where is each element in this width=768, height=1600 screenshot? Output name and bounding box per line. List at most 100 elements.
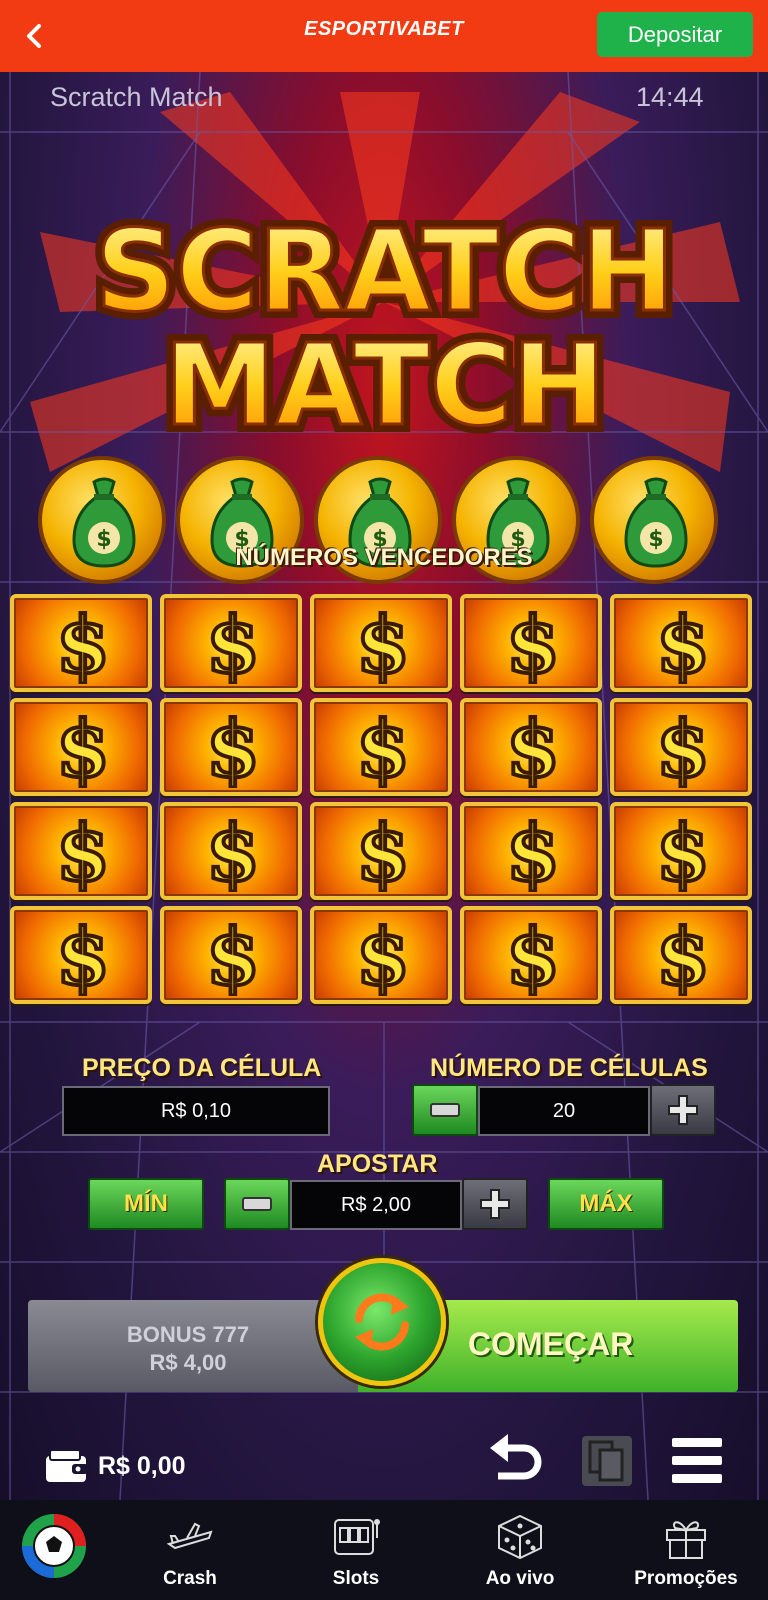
dollar-sign-icon: $: [54, 916, 112, 996]
scratch-cell[interactable]: $: [460, 906, 602, 1004]
plus-icon: [668, 1095, 698, 1125]
bonus-panel: BONUS 777 R$ 4,00: [28, 1300, 358, 1392]
dollar-sign-icon: $: [204, 812, 262, 892]
autoplay-button[interactable]: [318, 1258, 446, 1386]
cell-price-label: PREÇO DA CÉLULA: [82, 1054, 322, 1082]
winning-numbers-label: NÚMEROS VENCEDORES: [235, 544, 533, 571]
max-bet-button[interactable]: MÁX: [548, 1178, 664, 1230]
logo-line1: SCRATCH: [95, 207, 674, 337]
bet-increase-button[interactable]: [462, 1178, 528, 1230]
svg-text:$: $: [206, 708, 260, 788]
scratch-cell[interactable]: $: [460, 698, 602, 796]
bet-label: APOSTAR: [317, 1150, 438, 1178]
dollar-sign-icon: $: [504, 916, 562, 996]
cell-count-label: NÚMERO DE CÉLULAS: [430, 1054, 708, 1082]
refresh-icon: [355, 1293, 409, 1351]
chevron-left-icon: [27, 24, 41, 48]
svg-text:$: $: [56, 708, 110, 788]
scratch-cell[interactable]: $: [10, 802, 152, 900]
svg-text:$: $: [356, 604, 410, 684]
dollar-sign-icon: $: [54, 708, 112, 788]
svg-text:$: $: [656, 812, 710, 892]
svg-text:$: $: [56, 812, 110, 892]
cell-count-decrease-button[interactable]: [412, 1084, 478, 1136]
nav-live[interactable]: Ao vivo: [470, 1500, 570, 1600]
scratch-cell[interactable]: $: [310, 906, 452, 1004]
scratch-cell[interactable]: $: [160, 698, 302, 796]
minus-icon: [430, 1103, 460, 1117]
menu-icon[interactable]: [670, 1436, 724, 1486]
scratch-cell[interactable]: $: [460, 594, 602, 692]
game-clock: 14:44: [636, 82, 704, 112]
paytable-icon[interactable]: [580, 1434, 634, 1488]
dollar-sign-icon: $: [654, 916, 712, 996]
svg-text:$: $: [656, 916, 710, 996]
brand-logo: ESPORTIVABET: [304, 18, 464, 40]
undo-icon[interactable]: [488, 1434, 544, 1488]
game-title: Scratch Match: [50, 82, 223, 112]
svg-text:$: $: [656, 604, 710, 684]
cell-count-increase-button[interactable]: [650, 1084, 716, 1136]
nav-crash[interactable]: Crash: [140, 1500, 240, 1600]
bonus-amount: R$ 4,00: [149, 1350, 227, 1375]
svg-text:$: $: [206, 604, 260, 684]
back-button[interactable]: [14, 16, 54, 56]
scratch-cell[interactable]: $: [460, 802, 602, 900]
scratch-cell[interactable]: $: [10, 906, 152, 1004]
game-area: Scratch Match 14:44 SCRATCH SCRATCH MATC…: [0, 72, 768, 1500]
svg-text:$: $: [506, 604, 560, 684]
scratch-cell[interactable]: $: [610, 802, 752, 900]
scratch-cell[interactable]: $: [160, 906, 302, 1004]
deposit-button[interactable]: Depositar: [597, 12, 753, 57]
scratch-cell[interactable]: $: [160, 594, 302, 692]
bet-decrease-button[interactable]: [224, 1178, 290, 1230]
scratch-cell[interactable]: $: [160, 802, 302, 900]
svg-text:$: $: [656, 708, 710, 788]
dollar-sign-icon: $: [204, 916, 262, 996]
scratch-cell[interactable]: $: [310, 802, 452, 900]
scratch-cell[interactable]: $: [610, 698, 752, 796]
min-bet-button[interactable]: MÍN: [88, 1178, 204, 1230]
scratch-cell[interactable]: $: [310, 698, 452, 796]
bonus-name: BONUS 777: [126, 1322, 250, 1347]
plus-icon: [480, 1189, 510, 1219]
wallet-icon: [46, 1449, 88, 1482]
nav-crash-label: Crash: [163, 1568, 217, 1589]
svg-text:$: $: [56, 604, 110, 684]
minus-icon: [242, 1197, 272, 1211]
logo-line2: MATCH: [164, 321, 606, 451]
dollar-sign-icon: $: [354, 604, 412, 684]
balance: R$ 0,00: [98, 1452, 186, 1480]
dollar-sign-icon: $: [654, 708, 712, 788]
dollar-sign-icon: $: [354, 916, 412, 996]
scratch-cell[interactable]: $: [310, 594, 452, 692]
cell-count-field[interactable]: 20: [478, 1086, 650, 1136]
top-bar: ESPORTIVABET Depositar: [0, 0, 768, 72]
scratch-grid: $ $ $ $ $ $ $ $ $ $ $ $ $ $ $ $ $ $ $ $: [10, 594, 762, 1014]
dollar-sign-icon: $: [654, 604, 712, 684]
dollar-sign-icon: $: [54, 812, 112, 892]
scratch-cell[interactable]: $: [610, 906, 752, 1004]
airplane-icon: [166, 1522, 213, 1550]
svg-text:$: $: [506, 812, 560, 892]
nav-promotions[interactable]: Promoções: [626, 1500, 746, 1600]
bet-amount-field[interactable]: R$ 2,00: [290, 1180, 462, 1230]
dollar-sign-icon: $: [354, 812, 412, 892]
svg-text:$: $: [356, 916, 410, 996]
svg-text:$: $: [506, 708, 560, 788]
dollar-sign-icon: $: [504, 812, 562, 892]
svg-text:$: $: [56, 916, 110, 996]
dollar-sign-icon: $: [54, 604, 112, 684]
dollar-sign-icon: $: [354, 708, 412, 788]
svg-text:$: $: [506, 916, 560, 996]
scratch-cell[interactable]: $: [10, 698, 152, 796]
nav-slots-label: Slots: [332, 1568, 380, 1589]
dollar-sign-icon: $: [204, 708, 262, 788]
nav-slots[interactable]: Slots: [306, 1500, 406, 1600]
scratch-cell[interactable]: $: [610, 594, 752, 692]
svg-text:$: $: [356, 812, 410, 892]
dollar-sign-icon: $: [654, 812, 712, 892]
scratch-cell[interactable]: $: [10, 594, 152, 692]
slot-machine-icon: [334, 1519, 380, 1555]
sports-home-icon[interactable]: [20, 1512, 88, 1580]
